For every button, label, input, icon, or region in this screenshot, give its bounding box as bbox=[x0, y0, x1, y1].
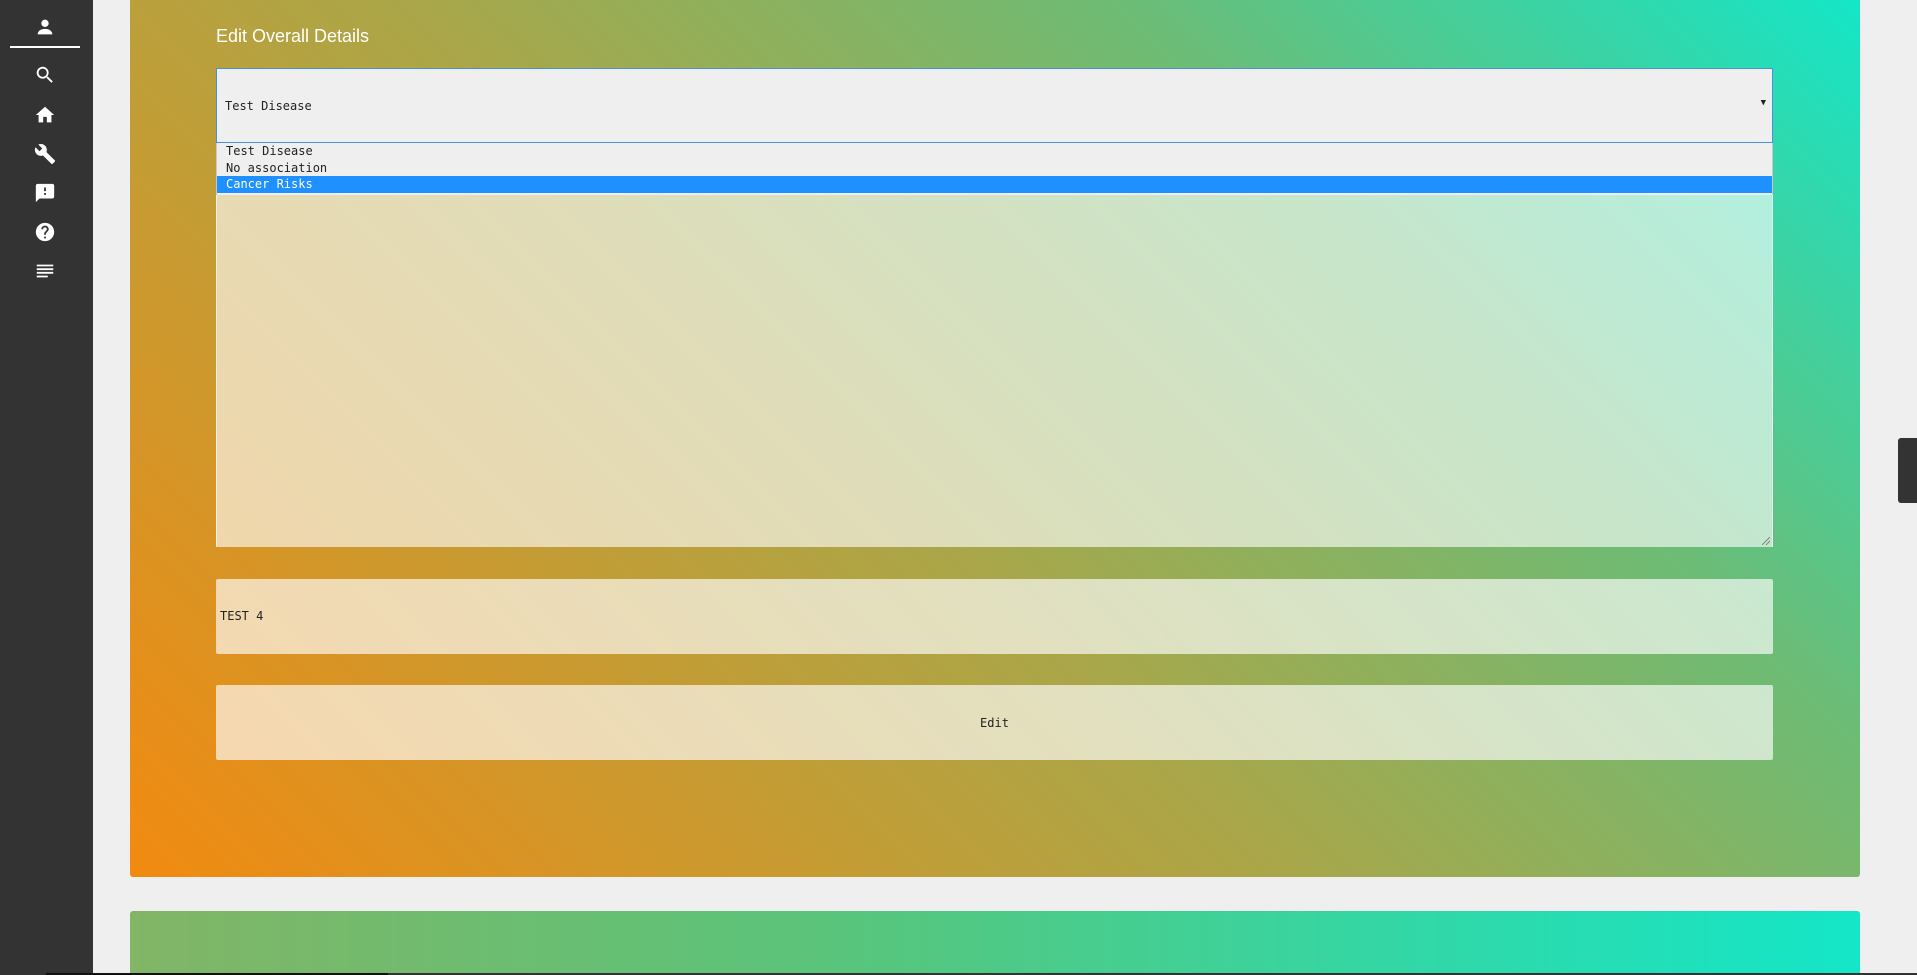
scrollbar-thumb[interactable] bbox=[1898, 438, 1917, 503]
select-option-no-association[interactable]: No association bbox=[217, 160, 1772, 177]
chevron-down-icon: ▼ bbox=[1760, 98, 1766, 108]
account-icon[interactable] bbox=[29, 11, 61, 43]
help-icon[interactable] bbox=[29, 216, 61, 248]
sidebar bbox=[0, 0, 93, 975]
edit-details-panel: Edit Overall Details Test Disease ▼ Test… bbox=[130, 0, 1860, 877]
home-icon[interactable] bbox=[29, 99, 61, 131]
notes-icon[interactable] bbox=[29, 255, 61, 287]
disease-select[interactable]: Test Disease ▼ bbox=[216, 68, 1773, 143]
select-option-cancer-risks[interactable]: Cancer Risks bbox=[217, 176, 1772, 193]
panel-title: Edit Overall Details bbox=[216, 26, 370, 46]
details-textarea[interactable] bbox=[216, 195, 1773, 547]
sidebar-divider bbox=[10, 46, 80, 48]
theme-toggle-icon[interactable] bbox=[1858, 36, 1874, 58]
select-option-test-disease[interactable]: Test Disease bbox=[217, 143, 1772, 160]
select-option-list: Test Disease No association Cancer Risks bbox=[216, 143, 1773, 195]
select-value: Test Disease bbox=[225, 99, 312, 113]
wrench-icon[interactable] bbox=[29, 138, 61, 170]
feedback-icon[interactable] bbox=[29, 177, 61, 209]
edit-button[interactable]: Edit bbox=[216, 685, 1773, 760]
name-input[interactable]: TEST 4 bbox=[216, 579, 1773, 654]
next-panel bbox=[130, 911, 1860, 975]
resize-handle[interactable] bbox=[1762, 537, 1770, 545]
search-icon[interactable] bbox=[29, 59, 61, 91]
name-input-value: TEST 4 bbox=[220, 609, 264, 623]
